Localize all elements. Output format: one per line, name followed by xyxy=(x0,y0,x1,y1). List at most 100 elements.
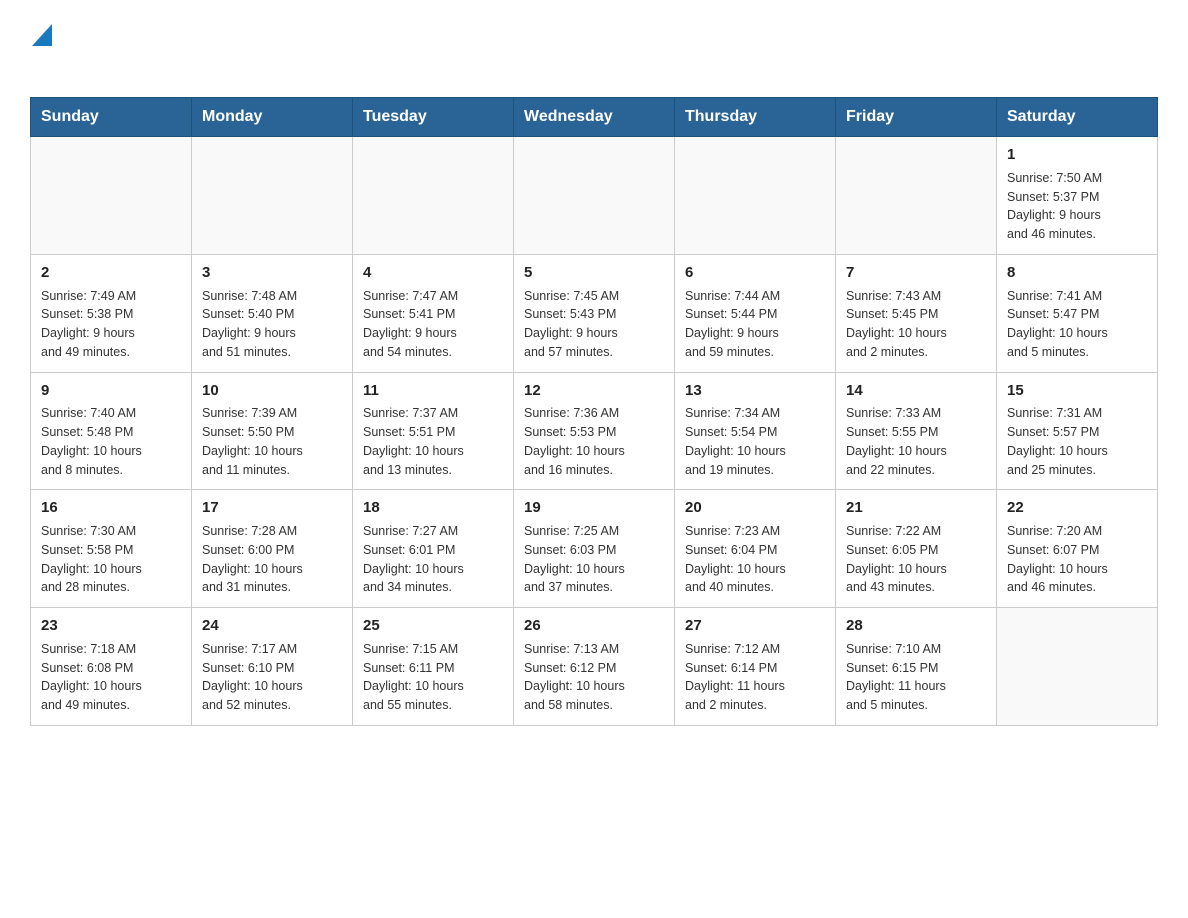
day-info: Sunrise: 7:40 AMSunset: 5:48 PMDaylight:… xyxy=(41,404,181,479)
day-info: Sunrise: 7:20 AMSunset: 6:07 PMDaylight:… xyxy=(1007,522,1147,597)
day-info: Sunrise: 7:15 AMSunset: 6:11 PMDaylight:… xyxy=(363,640,503,715)
calendar-cell xyxy=(514,137,675,255)
day-info: Sunrise: 7:48 AMSunset: 5:40 PMDaylight:… xyxy=(202,287,342,362)
day-number: 26 xyxy=(524,615,664,637)
calendar-week-1: 1Sunrise: 7:50 AMSunset: 5:37 PMDaylight… xyxy=(31,137,1158,255)
weekday-header-row: SundayMondayTuesdayWednesdayThursdayFrid… xyxy=(31,98,1158,137)
calendar-cell: 28 Sunrise: 7:10 AMSunset: 6:15 PMDayligh… xyxy=(836,608,997,726)
day-info: Sunrise: 7:45 AMSunset: 5:43 PMDaylight:… xyxy=(524,287,664,362)
day-number: 5 xyxy=(524,262,664,284)
day-info: Sunrise: 7:49 AMSunset: 5:38 PMDaylight:… xyxy=(41,287,181,362)
day-number: 12 xyxy=(524,380,664,402)
day-info: Sunrise: 7:39 AMSunset: 5:50 PMDaylight:… xyxy=(202,404,342,479)
day-info: Sunrise: 7:37 AMSunset: 5:51 PMDaylight:… xyxy=(363,404,503,479)
day-number: 6 xyxy=(685,262,825,284)
calendar-cell: 15Sunrise: 7:31 AMSunset: 5:57 PMDayligh… xyxy=(997,372,1158,490)
day-number: 7 xyxy=(846,262,986,284)
calendar-cell: 27 Sunrise: 7:12 AMSunset: 6:14 PMDayligh… xyxy=(675,608,836,726)
day-info: Sunrise: 7:36 AMSunset: 5:53 PMDaylight:… xyxy=(524,404,664,479)
calendar-cell: 24Sunrise: 7:17 AMSunset: 6:10 PMDayligh… xyxy=(192,608,353,726)
weekday-header-monday: Monday xyxy=(192,98,353,137)
day-number: 19 xyxy=(524,497,664,519)
day-info: Sunrise: 7:22 AMSunset: 6:05 PMDaylight:… xyxy=(846,522,986,597)
day-number: 27 xyxy=(685,615,825,637)
logo-triangle-icon xyxy=(32,24,52,46)
day-number: 17 xyxy=(202,497,342,519)
day-number: 8 xyxy=(1007,262,1147,284)
day-info: Sunrise: 7:47 AMSunset: 5:41 PMDaylight:… xyxy=(363,287,503,362)
day-number: 25 xyxy=(363,615,503,637)
calendar-cell: 1Sunrise: 7:50 AMSunset: 5:37 PMDaylight… xyxy=(997,137,1158,255)
day-info: Sunrise: 7:44 AMSunset: 5:44 PMDaylight:… xyxy=(685,287,825,362)
calendar-cell xyxy=(192,137,353,255)
calendar-cell: 13Sunrise: 7:34 AMSunset: 5:54 PMDayligh… xyxy=(675,372,836,490)
calendar-cell: 12Sunrise: 7:36 AMSunset: 5:53 PMDayligh… xyxy=(514,372,675,490)
day-number: 16 xyxy=(41,497,181,519)
calendar-cell: 5 Sunrise: 7:45 AMSunset: 5:43 PMDaylight… xyxy=(514,254,675,372)
weekday-header-sunday: Sunday xyxy=(31,98,192,137)
page-header xyxy=(30,24,1158,79)
day-number: 22 xyxy=(1007,497,1147,519)
weekday-header-thursday: Thursday xyxy=(675,98,836,137)
calendar-table: SundayMondayTuesdayWednesdayThursdayFrid… xyxy=(30,97,1158,726)
calendar-cell: 17 Sunrise: 7:28 AMSunset: 6:00 PMDayligh… xyxy=(192,490,353,608)
day-info: Sunrise: 7:30 AMSunset: 5:58 PMDaylight:… xyxy=(41,522,181,597)
calendar-cell xyxy=(836,137,997,255)
logo-icon xyxy=(30,24,52,79)
day-number: 21 xyxy=(846,497,986,519)
day-info: Sunrise: 7:10 AMSunset: 6:15 PMDaylight:… xyxy=(846,640,986,715)
calendar-cell: 6 Sunrise: 7:44 AMSunset: 5:44 PMDaylight… xyxy=(675,254,836,372)
weekday-header-wednesday: Wednesday xyxy=(514,98,675,137)
day-number: 11 xyxy=(363,380,503,402)
day-number: 3 xyxy=(202,262,342,284)
day-number: 23 xyxy=(41,615,181,637)
calendar-cell: 7 Sunrise: 7:43 AMSunset: 5:45 PMDaylight… xyxy=(836,254,997,372)
calendar-cell: 18 Sunrise: 7:27 AMSunset: 6:01 PMDayligh… xyxy=(353,490,514,608)
calendar-week-4: 16 Sunrise: 7:30 AMSunset: 5:58 PMDayligh… xyxy=(31,490,1158,608)
day-info: Sunrise: 7:13 AMSunset: 6:12 PMDaylight:… xyxy=(524,640,664,715)
calendar-cell xyxy=(675,137,836,255)
calendar-week-2: 2Sunrise: 7:49 AMSunset: 5:38 PMDaylight… xyxy=(31,254,1158,372)
calendar-cell: 10Sunrise: 7:39 AMSunset: 5:50 PMDayligh… xyxy=(192,372,353,490)
day-number: 13 xyxy=(685,380,825,402)
calendar-cell: 9Sunrise: 7:40 AMSunset: 5:48 PMDaylight… xyxy=(31,372,192,490)
day-info: Sunrise: 7:43 AMSunset: 5:45 PMDaylight:… xyxy=(846,287,986,362)
calendar-cell: 16 Sunrise: 7:30 AMSunset: 5:58 PMDayligh… xyxy=(31,490,192,608)
calendar-cell: 26 Sunrise: 7:13 AMSunset: 6:12 PMDayligh… xyxy=(514,608,675,726)
day-number: 10 xyxy=(202,380,342,402)
calendar-cell xyxy=(353,137,514,255)
day-number: 15 xyxy=(1007,380,1147,402)
day-info: Sunrise: 7:12 AMSunset: 6:14 PMDaylight:… xyxy=(685,640,825,715)
logo xyxy=(30,24,52,79)
calendar-cell: 14Sunrise: 7:33 AMSunset: 5:55 PMDayligh… xyxy=(836,372,997,490)
day-number: 20 xyxy=(685,497,825,519)
day-number: 18 xyxy=(363,497,503,519)
day-number: 28 xyxy=(846,615,986,637)
day-number: 14 xyxy=(846,380,986,402)
day-info: Sunrise: 7:34 AMSunset: 5:54 PMDaylight:… xyxy=(685,404,825,479)
day-info: Sunrise: 7:31 AMSunset: 5:57 PMDaylight:… xyxy=(1007,404,1147,479)
calendar-week-3: 9Sunrise: 7:40 AMSunset: 5:48 PMDaylight… xyxy=(31,372,1158,490)
calendar-cell: 20Sunrise: 7:23 AMSunset: 6:04 PMDayligh… xyxy=(675,490,836,608)
day-info: Sunrise: 7:50 AMSunset: 5:37 PMDaylight:… xyxy=(1007,169,1147,244)
calendar-cell: 25 Sunrise: 7:15 AMSunset: 6:11 PMDayligh… xyxy=(353,608,514,726)
calendar-cell: 3 Sunrise: 7:48 AMSunset: 5:40 PMDaylight… xyxy=(192,254,353,372)
calendar-cell: 23 Sunrise: 7:18 AMSunset: 6:08 PMDayligh… xyxy=(31,608,192,726)
calendar-cell: 19Sunrise: 7:25 AMSunset: 6:03 PMDayligh… xyxy=(514,490,675,608)
day-info: Sunrise: 7:41 AMSunset: 5:47 PMDaylight:… xyxy=(1007,287,1147,362)
day-number: 9 xyxy=(41,380,181,402)
calendar-cell: 4Sunrise: 7:47 AMSunset: 5:41 PMDaylight… xyxy=(353,254,514,372)
calendar-cell: 21 Sunrise: 7:22 AMSunset: 6:05 PMDayligh… xyxy=(836,490,997,608)
day-info: Sunrise: 7:33 AMSunset: 5:55 PMDaylight:… xyxy=(846,404,986,479)
day-info: Sunrise: 7:28 AMSunset: 6:00 PMDaylight:… xyxy=(202,522,342,597)
day-info: Sunrise: 7:27 AMSunset: 6:01 PMDaylight:… xyxy=(363,522,503,597)
calendar-cell: 22 Sunrise: 7:20 AMSunset: 6:07 PMDayligh… xyxy=(997,490,1158,608)
calendar-header: SundayMondayTuesdayWednesdayThursdayFrid… xyxy=(31,98,1158,137)
day-info: Sunrise: 7:18 AMSunset: 6:08 PMDaylight:… xyxy=(41,640,181,715)
calendar-body: 1Sunrise: 7:50 AMSunset: 5:37 PMDaylight… xyxy=(31,137,1158,726)
weekday-header-friday: Friday xyxy=(836,98,997,137)
weekday-header-tuesday: Tuesday xyxy=(353,98,514,137)
calendar-cell: 8 Sunrise: 7:41 AMSunset: 5:47 PMDaylight… xyxy=(997,254,1158,372)
weekday-header-saturday: Saturday xyxy=(997,98,1158,137)
calendar-cell xyxy=(997,608,1158,726)
